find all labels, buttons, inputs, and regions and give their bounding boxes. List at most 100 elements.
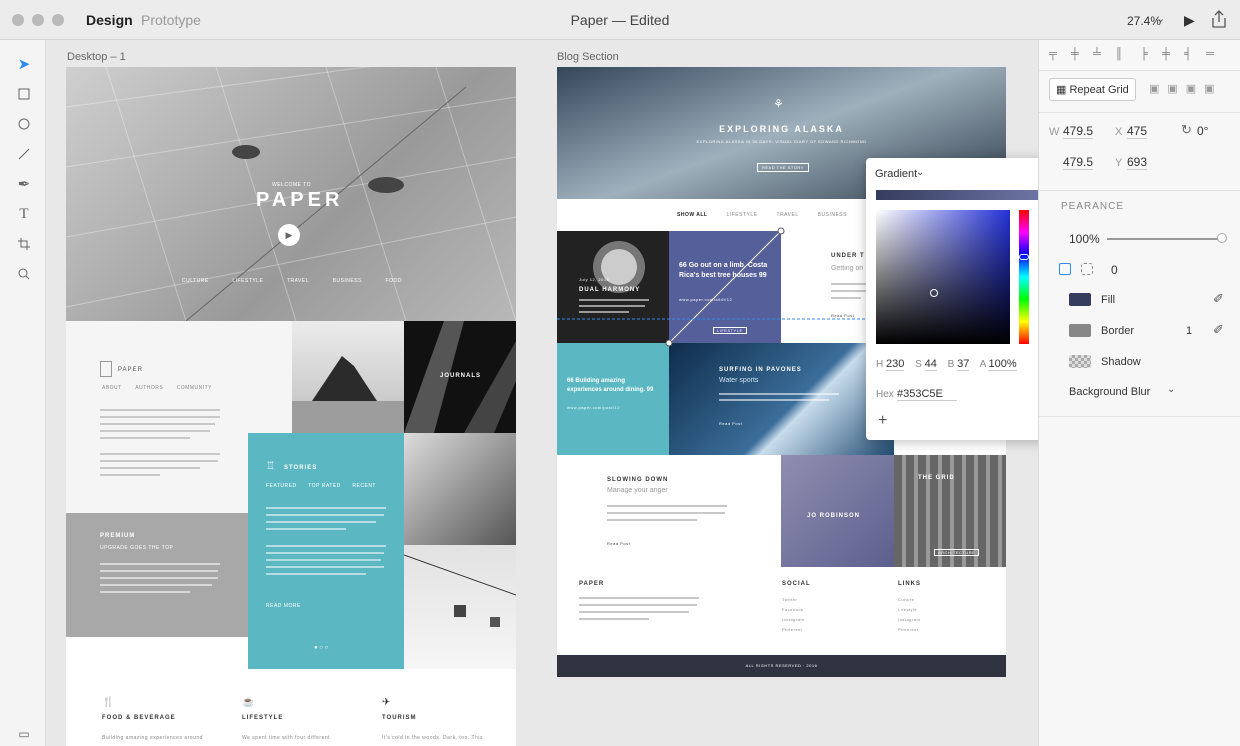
x-input[interactable]: 475 <box>1127 124 1148 139</box>
align-toolbar: ╤ ╪ ╧ ║ ╞ ╪ ╡ ═ <box>1039 48 1240 60</box>
repeat-grid-button[interactable]: ▦ Repeat Grid <box>1049 78 1136 101</box>
artboard-tool-icon[interactable] <box>14 234 34 254</box>
align-left-icon[interactable]: ╞ <box>1140 48 1152 60</box>
align-middle-icon[interactable]: ╪ <box>1071 48 1083 60</box>
nav-item[interactable]: TRAVEL <box>287 278 309 284</box>
blur-chevron-down-icon[interactable]: ⌄ <box>1167 384 1175 395</box>
carousel-dots[interactable]: ● ○ ○ <box>314 645 328 651</box>
about-tab[interactable]: ABOUT <box>102 385 122 391</box>
rotate-icon: ↻ <box>1181 122 1192 137</box>
saturation-input[interactable]: 44 <box>924 358 937 371</box>
opacity-slider-thumb[interactable] <box>1217 233 1227 243</box>
color-cursor[interactable] <box>930 289 938 297</box>
close-window-button[interactable] <box>12 14 24 26</box>
nav-item[interactable]: FOOD <box>386 278 402 284</box>
corner-radius-all-icon[interactable] <box>1059 263 1071 275</box>
artboard-desktop[interactable]: WELCOME TO PAPER ▶ CULTURE LIFESTYLE TRA… <box>66 67 516 746</box>
chevron-down-icon[interactable]: ⌄ <box>916 167 924 178</box>
brightness-input[interactable]: 37 <box>957 358 970 371</box>
about-tab[interactable]: COMMUNITY <box>177 385 212 391</box>
opacity-slider[interactable] <box>1107 238 1221 240</box>
rectangle-tool-icon[interactable] <box>14 84 34 104</box>
paper-icon <box>100 361 112 377</box>
zoom-dropdown-chevron-icon[interactable]: ⌄ <box>1156 12 1165 25</box>
add-swatch-icon[interactable]: + <box>878 412 887 430</box>
align-center-icon[interactable]: ╪ <box>1162 48 1174 60</box>
building-image <box>404 433 516 545</box>
tab-design[interactable]: Design <box>86 12 133 28</box>
select-tool-icon[interactable]: ➤ <box>14 54 34 74</box>
boolean-ops-icons[interactable]: ▣▣▣▣ <box>1149 82 1223 95</box>
tourism-title: TOURISM <box>382 715 417 721</box>
width-input[interactable]: 479.5 <box>1063 124 1094 139</box>
text-tool-icon[interactable]: T <box>14 204 34 224</box>
minimize-window-button[interactable] <box>32 14 44 26</box>
hue-input[interactable]: 230 <box>886 358 905 371</box>
hsba-fields: H 230 S 44 B 37 A 100% <box>876 358 1017 371</box>
tourism-text: It's cold in the woods. Dark, too. This <box>382 735 483 741</box>
hue-slider-thumb[interactable] <box>1019 254 1029 260</box>
pen-tool-icon[interactable]: ✒ <box>14 174 34 194</box>
tourism-icon: ✈ <box>382 697 391 708</box>
hero-image: WELCOME TO PAPER ▶ CULTURE LIFESTYLE TRA… <box>66 67 516 321</box>
eyedropper-icon[interactable]: ✐ <box>1213 291 1224 307</box>
nav-item[interactable]: BUSINESS <box>333 278 362 284</box>
nav-item[interactable]: LIFESTYLE <box>232 278 263 284</box>
y-input[interactable]: 693 <box>1127 155 1148 170</box>
distribute-icon[interactable]: ║ <box>1115 48 1127 60</box>
corner-radius-each-icon[interactable] <box>1081 263 1093 275</box>
rotation-input[interactable]: 0° <box>1197 124 1208 138</box>
corner-radius-input[interactable]: 0 <box>1111 263 1118 277</box>
artboard-label-desktop[interactable]: Desktop – 1 <box>67 51 126 63</box>
hero-nav: CULTURE LIFESTYLE TRAVEL BUSINESS FOOD <box>182 278 402 284</box>
zoom-window-button[interactable] <box>52 14 64 26</box>
saturation-brightness-field[interactable] <box>876 210 1010 344</box>
background-blur-label[interactable]: Background Blur <box>1069 386 1150 398</box>
shadow-swatch[interactable] <box>1069 355 1091 368</box>
comment-icon[interactable]: ▭ <box>14 724 34 744</box>
gondola-image <box>404 545 516 669</box>
alpha-input[interactable]: 100% <box>988 358 1017 371</box>
y-label: Y <box>1115 157 1123 169</box>
hero-welcome-text: WELCOME TO <box>272 182 311 188</box>
paper-label: PAPER <box>118 367 143 373</box>
read-more-link[interactable]: READ MORE <box>266 603 301 609</box>
play-preview-icon[interactable]: ▶ <box>1184 12 1195 29</box>
border-eyedropper-icon[interactable]: ✐ <box>1213 322 1224 338</box>
share-icon[interactable] <box>1212 10 1226 33</box>
about-tab[interactable]: AUTHORS <box>135 385 163 391</box>
stories-tab[interactable]: TOP RATED <box>308 483 341 489</box>
nav-item[interactable]: CULTURE <box>182 278 209 284</box>
line-tool-icon[interactable] <box>14 144 34 164</box>
border-width-input[interactable]: 1 <box>1186 325 1192 337</box>
play-video-icon[interactable]: ▶ <box>278 224 300 246</box>
tab-prototype[interactable]: Prototype <box>141 12 201 28</box>
color-picker-popover[interactable]: Gradient ⌄ H 230 S 44 B 37 A 100% Hex #3… <box>866 158 1060 440</box>
fill-mode-select[interactable]: Gradient <box>875 168 917 180</box>
a-label: A <box>979 359 986 370</box>
premium-section: PREMIUM UPGRADE GOES THE TOP <box>66 513 248 637</box>
fill-swatch[interactable] <box>1069 293 1091 306</box>
fill-label: Fill <box>1101 294 1116 306</box>
height-input[interactable]: 479.5 <box>1063 155 1094 170</box>
zoom-tool-icon[interactable] <box>14 264 34 284</box>
artboard-label-blog[interactable]: Blog Section <box>557 51 619 63</box>
ellipse-tool-icon[interactable] <box>14 114 34 134</box>
opacity-input[interactable]: 100% <box>1069 232 1100 246</box>
stories-card[interactable]: ♖ STORIES FEATURED TOP RATED RECENT READ… <box>248 433 404 669</box>
food-text: Building amazing experiences around <box>102 735 203 741</box>
food-icon: 🍴 <box>102 697 115 708</box>
stories-tab[interactable]: FEATURED <box>266 483 297 489</box>
align-top-icon[interactable]: ╤ <box>1049 48 1061 60</box>
gradient-bar[interactable] <box>876 190 1048 200</box>
b-label: B <box>947 359 955 370</box>
hue-slider[interactable] <box>1019 210 1029 344</box>
distribute-horizontal-icon[interactable]: ═ <box>1206 48 1218 60</box>
hex-input[interactable]: #353C5E <box>897 388 957 401</box>
stories-tab[interactable]: RECENT <box>352 483 376 489</box>
appearance-heading: PEARANCE <box>1061 201 1125 212</box>
align-right-icon[interactable]: ╡ <box>1184 48 1196 60</box>
border-swatch[interactable] <box>1069 324 1091 337</box>
align-bottom-icon[interactable]: ╧ <box>1093 48 1105 60</box>
h-label: H <box>876 359 884 370</box>
